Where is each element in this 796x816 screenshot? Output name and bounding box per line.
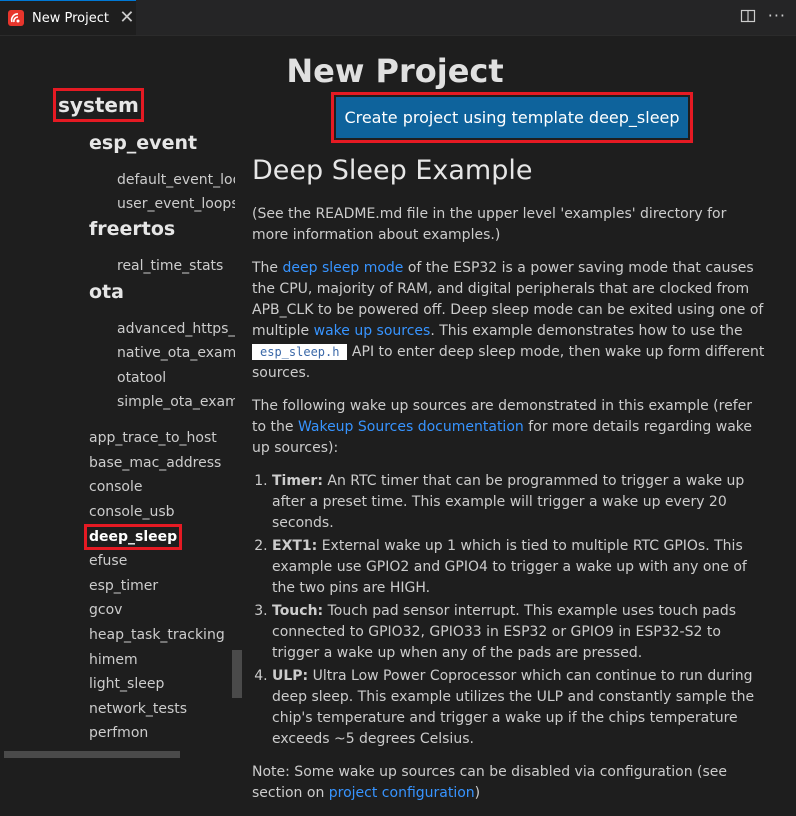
editor-actions: ···	[740, 8, 786, 24]
sidebar-item-efuse[interactable]: efuse	[89, 553, 127, 569]
sidebar-item-otatool[interactable]: otatool	[117, 370, 235, 386]
list-item: Timer: An RTC timer that can be programm…	[272, 471, 767, 534]
text: Note: Some wake up sources can be disabl…	[252, 764, 728, 801]
sidebar-item-deep-sleep[interactable]: deep_sleep	[83, 524, 183, 550]
sidebar-item-heap-task-tracking[interactable]: heap_task_tracking	[89, 627, 225, 643]
sidebar-item-himem[interactable]: himem	[89, 652, 138, 668]
text: The	[252, 260, 283, 276]
sidebar-group-system[interactable]: system	[53, 88, 144, 122]
list-text: External wake up 1 which is tied to mult…	[272, 538, 747, 596]
sidebar-scrollbar[interactable]	[232, 650, 242, 698]
sidebar-item-gcov[interactable]: gcov	[89, 602, 122, 618]
readme-content: Deep Sleep Example (See the README.md fi…	[252, 150, 767, 816]
list-item: ULP: Ultra Low Power Coprocessor which c…	[272, 666, 767, 750]
sidebar-item-simple-ota-example[interactable]: simple_ota_example	[117, 394, 235, 410]
sidebar-item-default-event-loop[interactable]: default_event_loop	[117, 172, 235, 188]
editor-tab-bar: New Project ✕ ···	[0, 0, 796, 36]
text: . This example demonstrates how to use t…	[430, 323, 743, 339]
sidebar-item-console-usb[interactable]: console_usb	[89, 504, 175, 520]
list-term: Timer:	[272, 473, 323, 489]
readme-intro: (See the README.md file in the upper lev…	[252, 206, 727, 243]
list-text: An RTC timer that can be programmed to t…	[272, 473, 745, 531]
sidebar-item-console[interactable]: console	[89, 479, 143, 495]
wake-up-sources-list: Timer: An RTC timer that can be programm…	[252, 471, 767, 750]
split-editor-icon[interactable]	[740, 8, 756, 24]
sidebar-item-light-sleep[interactable]: light_sleep	[89, 676, 164, 692]
sidebar-subgroup-esp-event[interactable]: esp_event	[89, 132, 197, 154]
list-item: EXT1: External wake up 1 which is tied t…	[272, 536, 767, 599]
project-configuration-link[interactable]: project configuration	[329, 785, 475, 801]
list-text: Ultra Low Power Coprocessor which can co…	[272, 668, 755, 747]
list-item: Touch: Touch pad sensor interrupt. This …	[272, 601, 767, 664]
text: )	[474, 785, 481, 801]
espressif-logo-icon	[8, 10, 24, 26]
sidebar-subgroup-freertos[interactable]: freertos	[89, 218, 175, 240]
close-icon[interactable]: ✕	[119, 9, 135, 27]
tab-new-project[interactable]: New Project ✕	[0, 0, 136, 35]
sidebar-item-base-mac-address[interactable]: base_mac_address	[89, 455, 221, 471]
api-code: esp_sleep.h	[252, 344, 348, 360]
sidebar-item-esp-timer[interactable]: esp_timer	[89, 578, 158, 594]
readme-note: Note: Some wake up sources can be disabl…	[252, 762, 767, 804]
readme-paragraph-1: The deep sleep mode of the ESP32 is a po…	[252, 258, 767, 384]
horizontal-scrollbar[interactable]	[4, 751, 180, 758]
list-text: Touch pad sensor interrupt. This example…	[272, 603, 737, 661]
tab-title: New Project	[32, 10, 109, 26]
sidebar-item-user-event-loops[interactable]: user_event_loops	[117, 196, 235, 212]
wake-up-sources-link[interactable]: wake up sources	[314, 323, 431, 339]
sidebar-item-perfmon[interactable]: perfmon	[89, 725, 148, 741]
sidebar-item-app-trace-to-host[interactable]: app_trace_to_host	[89, 430, 217, 446]
list-term: Touch:	[272, 603, 324, 619]
readme-paragraph-2: The following wake up sources are demons…	[252, 396, 767, 459]
sidebar-item-network-tests[interactable]: network_tests	[89, 701, 187, 717]
page-title: New Project	[286, 52, 504, 90]
deep-sleep-mode-link[interactable]: deep sleep mode	[283, 260, 404, 276]
wakeup-sources-documentation-link[interactable]: Wakeup Sources documentation	[298, 419, 524, 435]
readme-heading: Deep Sleep Example	[252, 155, 533, 186]
sidebar-item-real-time-stats[interactable]: real_time_stats	[117, 258, 235, 274]
sidebar-item-native-ota-example[interactable]: native_ota_example	[117, 345, 235, 361]
create-project-button[interactable]: Create project using template deep_sleep	[331, 92, 693, 143]
sidebar-subgroup-ota[interactable]: ota	[89, 281, 124, 303]
template-sidebar: system esp_event default_event_loop user…	[0, 88, 245, 760]
more-actions-icon[interactable]: ···	[768, 8, 786, 24]
list-term: EXT1:	[272, 538, 318, 554]
sidebar-item-advanced-https-ota[interactable]: advanced_https_ota	[117, 321, 235, 337]
list-term: ULP:	[272, 668, 309, 684]
